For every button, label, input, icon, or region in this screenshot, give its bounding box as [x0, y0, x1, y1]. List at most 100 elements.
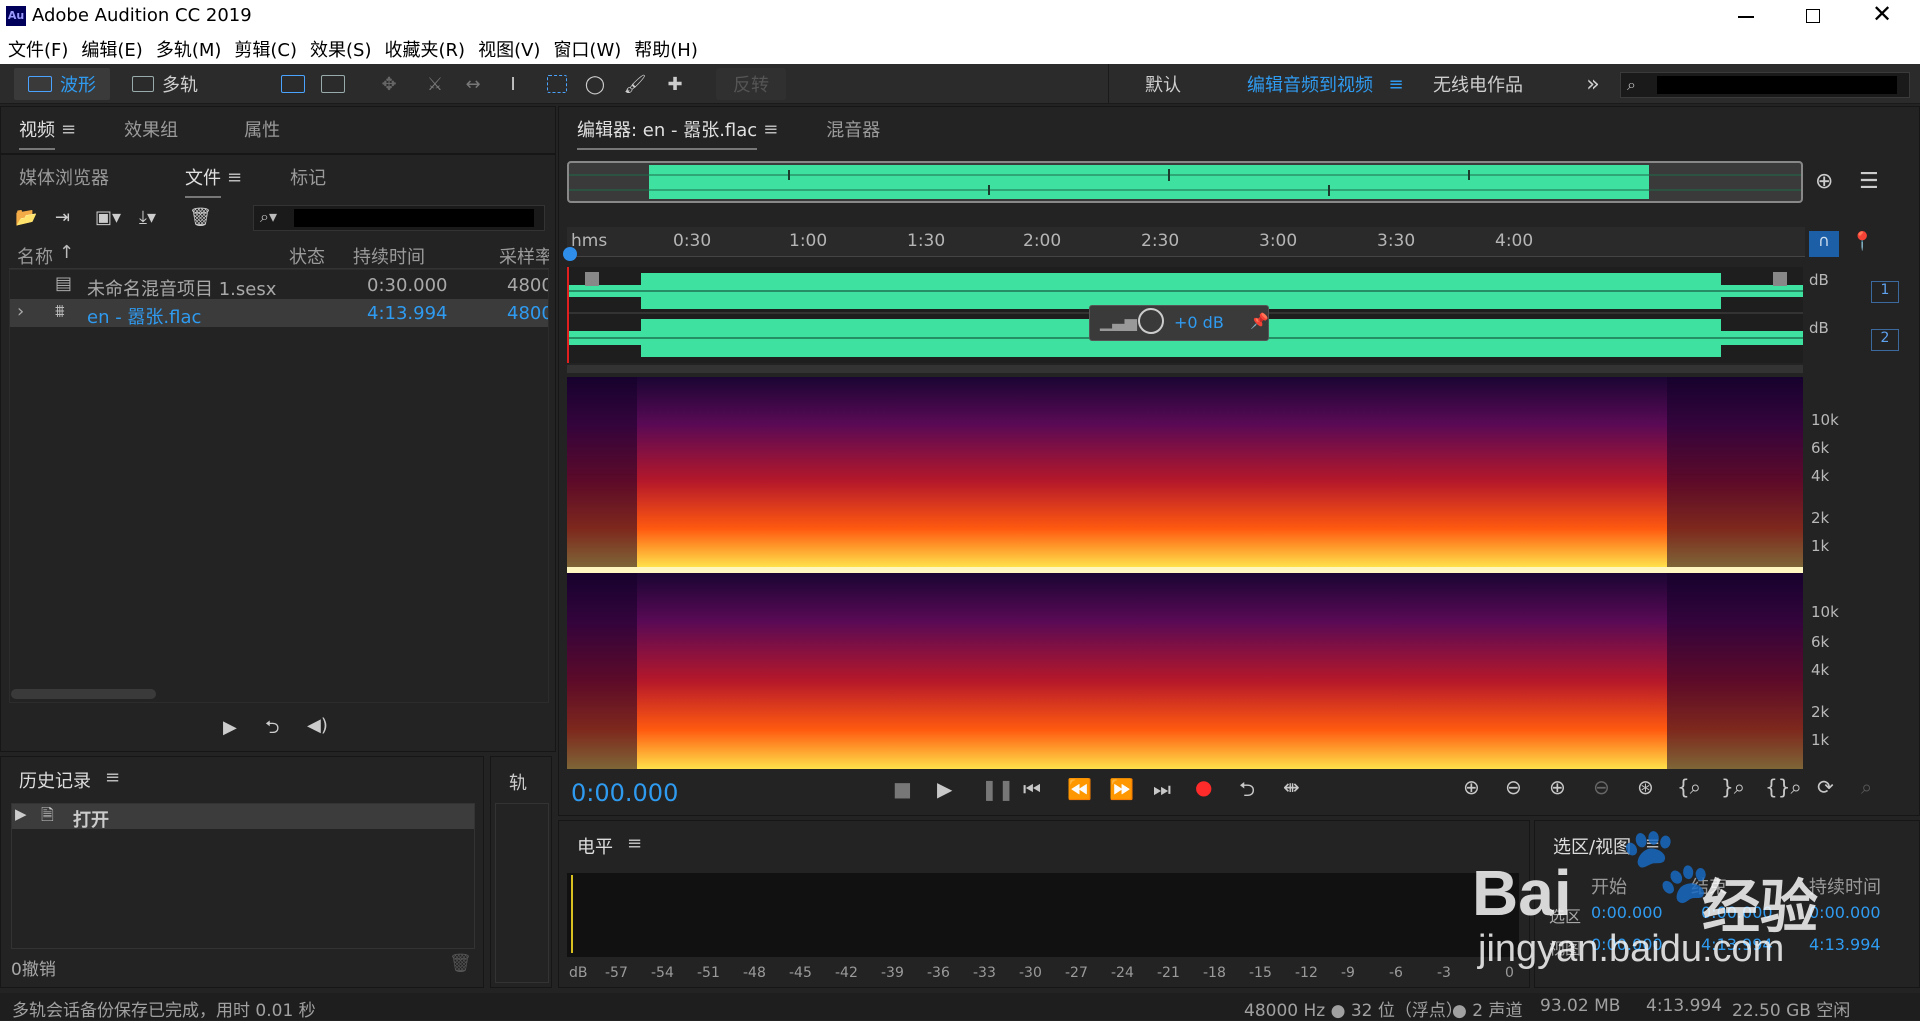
zoom-selection-icon[interactable]: ⊛	[1637, 775, 1654, 799]
rewind-button[interactable]: ⏪	[1067, 777, 1092, 801]
selection-view-title[interactable]: 选区/视图	[1553, 833, 1631, 859]
menu-edit[interactable]: 编辑(E)	[81, 36, 142, 62]
workspace-edit-audio-to-video[interactable]: 编辑音频到视频	[1240, 68, 1380, 100]
slip-tool[interactable]: ↔	[458, 68, 488, 100]
close-icon[interactable]: ✕	[1872, 0, 1892, 28]
menu-window[interactable]: 窗口(W)	[553, 36, 621, 62]
col-status[interactable]: 状态	[289, 243, 325, 269]
more-workspaces-icon[interactable]: »	[1578, 68, 1608, 100]
tab-editor[interactable]: 编辑器: en - 嚣张.flac	[577, 116, 758, 150]
tab-tracks[interactable]: 轨	[509, 769, 527, 795]
zoom-to-selection-icon[interactable]: ⊕	[1815, 169, 1833, 194]
auto-play-icon[interactable]: ◀)	[307, 715, 328, 736]
tab-video[interactable]: 视频	[19, 116, 55, 150]
zoom-full-icon[interactable]: {}⌕	[1765, 775, 1802, 799]
loop-icon[interactable]: ⮌	[265, 715, 279, 745]
spectral-frequency-button[interactable]	[278, 68, 308, 100]
search-help-input[interactable]: ⌕	[1620, 72, 1910, 98]
waveform-view-button[interactable]: 波形	[14, 68, 110, 100]
col-duration[interactable]: 持续时间	[353, 243, 425, 269]
selection-view-menu-icon[interactable]: ≡	[1645, 833, 1660, 854]
tab-effects-rack[interactable]: 效果组	[124, 116, 178, 142]
play-button[interactable]: ▶	[937, 777, 952, 801]
razor-tool[interactable]: ⚔	[420, 68, 450, 100]
menu-multitrack[interactable]: 多轨(M)	[156, 36, 222, 62]
brush-tool[interactable]: 🖌	[620, 68, 650, 100]
col-samplerate[interactable]: 采样率	[499, 243, 549, 269]
menu-view[interactable]: 视图(V)	[478, 36, 540, 62]
editor-menu-icon[interactable]: ≡	[763, 119, 778, 140]
time-selection-tool[interactable]: I	[498, 68, 528, 100]
files-scrollbar[interactable]	[11, 689, 156, 699]
tab-properties[interactable]: 属性	[244, 116, 280, 142]
view-start[interactable]: 0:00.000	[1591, 935, 1663, 954]
snap-magnet-button[interactable]: ∩	[1809, 231, 1839, 257]
go-to-end-button[interactable]: ⏭	[1153, 777, 1171, 801]
healing-tool[interactable]: ✚	[660, 68, 690, 100]
file-row[interactable]: ▤ 未命名混音项目 1.sesx 0:30.000 48000	[9, 271, 549, 300]
channel-2-toggle[interactable]: 2	[1871, 329, 1899, 351]
menu-file[interactable]: 文件(F)	[8, 36, 68, 62]
overview-bar[interactable]	[567, 161, 1803, 203]
minimize-icon[interactable]	[1738, 16, 1754, 18]
channel-1-toggle[interactable]: 1	[1871, 281, 1899, 303]
play-icon[interactable]: ▶	[223, 717, 237, 738]
invert-button[interactable]: 反转	[716, 68, 786, 100]
level-menu-icon[interactable]: ≡	[627, 833, 642, 854]
col-name[interactable]: 名称	[17, 243, 53, 269]
panel-menu-icon[interactable]: ≡	[61, 119, 76, 140]
pause-button[interactable]: ❚❚	[981, 777, 1015, 801]
view-duration[interactable]: 4:13.994	[1809, 935, 1881, 954]
record-button[interactable]: ●	[1195, 775, 1212, 799]
trash-icon[interactable]: 🗑	[449, 953, 472, 974]
menu-favorites[interactable]: 收藏夹(R)	[385, 36, 466, 62]
history-menu-icon[interactable]: ≡	[105, 767, 120, 788]
open-folder-icon[interactable]: 📂	[15, 207, 37, 228]
view-end[interactable]: 4:13.994	[1701, 935, 1773, 954]
zoom-in-point-icon[interactable]: {⌕	[1677, 775, 1701, 799]
selection-end[interactable]: 0:00.000	[1701, 903, 1773, 922]
fast-forward-button[interactable]: ⏩	[1109, 777, 1134, 801]
gain-knob-icon[interactable]	[1138, 308, 1164, 334]
history-title[interactable]: 历史记录	[19, 767, 91, 793]
lasso-tool[interactable]: ◯	[580, 68, 610, 100]
level-title[interactable]: 电平	[577, 833, 613, 859]
pin-icon[interactable]: 📍	[1851, 231, 1873, 252]
file-row-selected[interactable]: › ⩩ en - 嚣张.flac 4:13.994 48000	[9, 299, 549, 328]
menu-clip[interactable]: 剪辑(C)	[234, 36, 297, 62]
zoom-out-amplitude-icon[interactable]: ⊖	[1505, 775, 1522, 799]
expand-chevron-icon[interactable]: ›	[17, 301, 24, 322]
zoom-disabled-icon[interactable]: ⌕	[1861, 775, 1872, 799]
split-handle[interactable]	[567, 365, 1803, 373]
multitrack-view-button[interactable]: 多轨	[122, 68, 208, 100]
workspace-radio[interactable]: 无线电作品	[1428, 68, 1528, 100]
tab-media-browser[interactable]: 媒体浏览器	[19, 164, 109, 190]
zoom-in-time-icon[interactable]: ⊕	[1549, 775, 1566, 799]
tab-markers[interactable]: 标记	[290, 164, 326, 190]
skip-selection-button[interactable]: ⇼	[1283, 775, 1300, 799]
current-time[interactable]: 0:00.000	[571, 779, 678, 807]
import-icon[interactable]: ⇥	[55, 207, 70, 228]
loop-playback-button[interactable]: ⮌	[1239, 775, 1255, 809]
menu-help[interactable]: 帮助(H)	[634, 36, 698, 62]
zoom-reset-icon[interactable]: ⟳	[1817, 775, 1834, 799]
hud-gain[interactable]: ▁▃▅ +0 dB 📌	[1089, 305, 1269, 341]
spectral-pitch-button[interactable]	[318, 68, 348, 100]
new-file-icon[interactable]: ▣▾	[95, 207, 121, 228]
marquee-tool[interactable]	[542, 68, 572, 100]
workspace-default[interactable]: 默认	[1138, 68, 1188, 100]
time-ruler[interactable]: hms 0:30 1:00 1:30 2:00 2:30 3:00 3:30 4…	[567, 227, 1805, 257]
stop-button[interactable]: ■	[893, 777, 912, 801]
spectrogram-display[interactable]	[567, 377, 1803, 769]
delete-icon[interactable]: 🗑	[189, 207, 212, 228]
channel-list-icon[interactable]: ☰	[1859, 169, 1879, 194]
files-menu-icon[interactable]: ≡	[227, 167, 242, 188]
zoom-out-point-icon[interactable]: }⌕	[1721, 775, 1745, 799]
hud-pin-icon[interactable]: 📌	[1250, 312, 1269, 330]
selection-start[interactable]: 0:00.000	[1591, 903, 1663, 922]
playhead-marker[interactable]	[563, 247, 577, 261]
selection-duration[interactable]: 0:00.000	[1809, 903, 1881, 922]
files-search-input[interactable]: ⌕▾	[253, 205, 545, 231]
zoom-in-amplitude-icon[interactable]: ⊕	[1463, 775, 1480, 799]
restore-icon[interactable]	[1806, 9, 1820, 23]
